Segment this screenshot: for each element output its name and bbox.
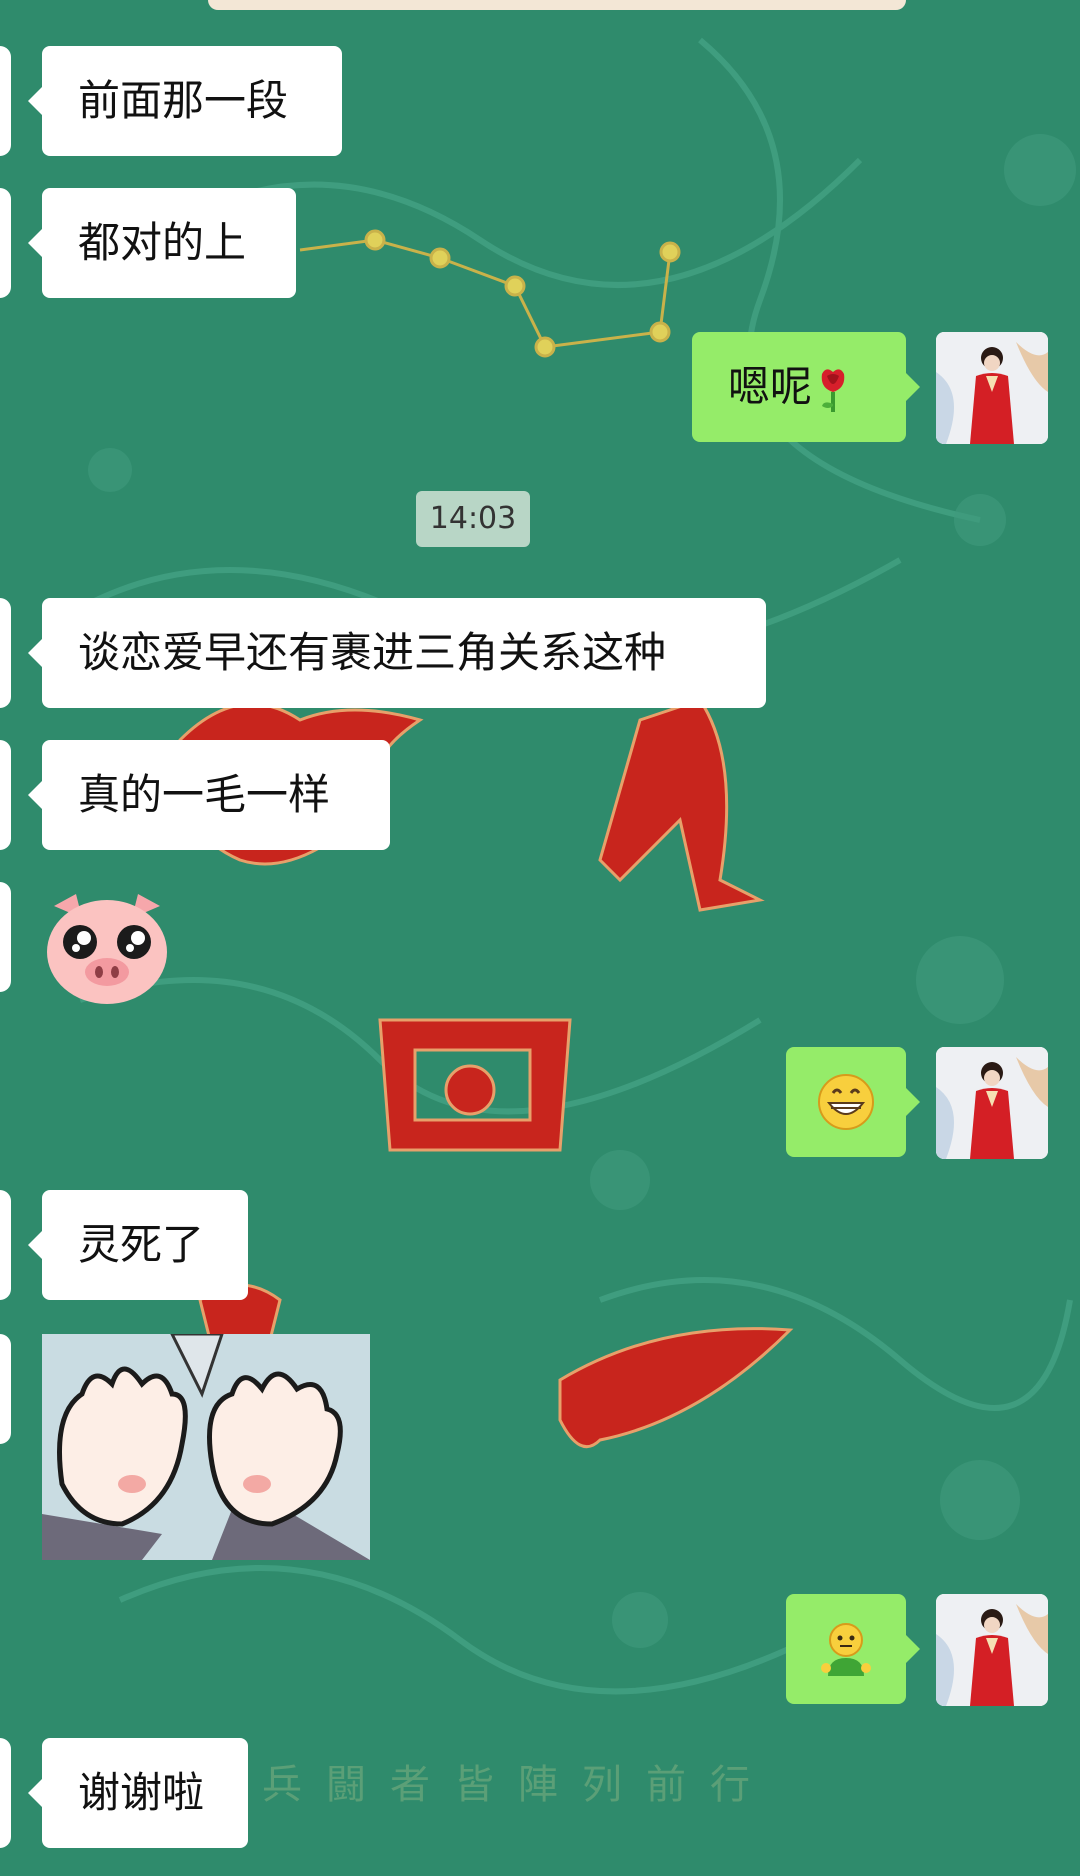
message-bubble-outgoing[interactable]: 嗯呢 (692, 332, 920, 442)
avatar-figure-icon (936, 1594, 1048, 1706)
grinning-face-icon (818, 1074, 874, 1130)
pig-face-sticker[interactable] (42, 888, 172, 1006)
message-text: 谢谢啦 (78, 1768, 205, 1817)
message-text: 嗯呢 (728, 362, 813, 411)
message-bubble-incoming[interactable]: 真的一毛一样 (28, 740, 390, 850)
contact-avatar-edge[interactable] (0, 46, 11, 156)
contact-avatar-edge[interactable] (0, 1190, 11, 1300)
contact-avatar-edge[interactable] (0, 598, 11, 708)
background-watermark-text: 兵闘者皆陣列前行 (262, 1762, 774, 1808)
contact-avatar-edge[interactable] (0, 188, 11, 298)
contact-avatar-edge[interactable] (0, 882, 11, 992)
message-bubble-incoming[interactable]: 谢谢啦 (28, 1738, 248, 1848)
message-bubble-outgoing[interactable] (786, 1047, 920, 1157)
message-text: 都对的上 (78, 218, 247, 267)
contact-avatar-edge[interactable] (0, 1738, 11, 1848)
emoji-person-icon (821, 1623, 871, 1676)
rose-icon (821, 368, 845, 412)
message-bubble-incoming[interactable]: 前面那一段 (28, 46, 342, 156)
message-text: 真的一毛一样 (78, 770, 331, 819)
contact-avatar-edge[interactable] (0, 740, 11, 850)
timestamp: 14:03 (416, 491, 530, 547)
cartoon-hands-sticker[interactable] (42, 1334, 370, 1560)
message-text: 谈恋爱早还有裹进三角关系这种 (78, 628, 667, 677)
message-bubble-incoming[interactable]: 谈恋爱早还有裹进三角关系这种 (28, 598, 766, 708)
avatar-figure-icon (936, 1047, 1048, 1159)
my-avatar[interactable] (936, 1594, 1048, 1706)
cartoon-hands-icon (42, 1334, 370, 1560)
my-avatar[interactable] (936, 332, 1048, 444)
message-text: 前面那一段 (78, 76, 289, 125)
message-bubble-incoming[interactable]: 灵死了 (28, 1190, 248, 1300)
top-banner-edge (208, 0, 906, 10)
avatar-figure-icon (936, 332, 1048, 444)
pig-face-icon (47, 894, 167, 1004)
message-bubble-incoming[interactable]: 都对的上 (28, 188, 296, 298)
my-avatar[interactable] (936, 1047, 1048, 1159)
contact-avatar-edge[interactable] (0, 1334, 11, 1444)
message-bubble-outgoing[interactable] (786, 1594, 920, 1704)
message-text: 灵死了 (78, 1220, 205, 1269)
